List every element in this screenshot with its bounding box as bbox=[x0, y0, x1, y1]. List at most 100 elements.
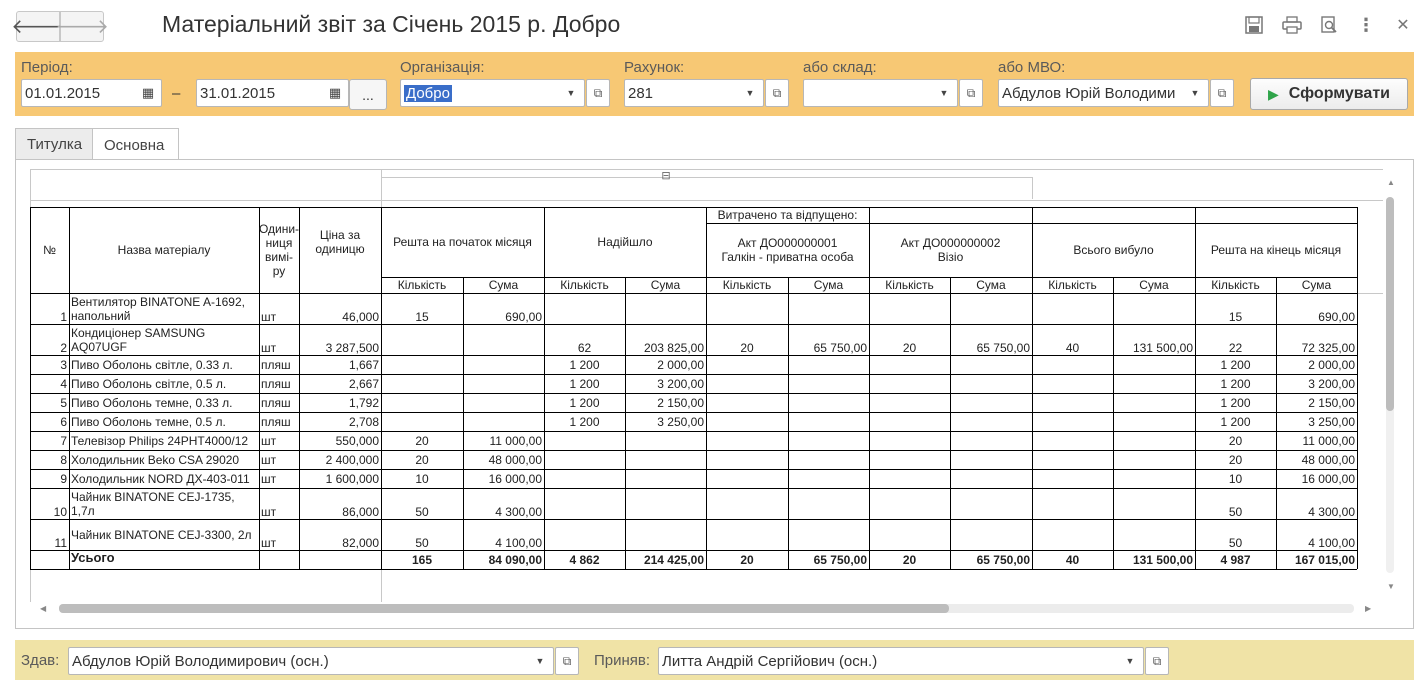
collapse-icon[interactable]: ⊟ bbox=[660, 170, 672, 182]
forward-button[interactable]: 🡒 bbox=[55, 11, 109, 42]
sum-cell bbox=[788, 450, 869, 469]
qty-cell: 20 bbox=[902, 341, 917, 355]
qty-cell bbox=[706, 412, 788, 431]
header-qty: Кількість bbox=[560, 278, 609, 292]
open-warehouse-button[interactable]: ⧉ bbox=[959, 79, 983, 107]
filter-panel: Період: 01.01.2015 ▦ – 31.01.2015 ▦ Орга… bbox=[15, 52, 1414, 116]
row-number: 2 bbox=[60, 341, 67, 355]
price: 550,000 bbox=[335, 433, 379, 448]
tab-titulka[interactable]: Титулка bbox=[15, 128, 93, 160]
price: 1,667 bbox=[348, 357, 379, 372]
chevron-down-icon[interactable]: ▼ bbox=[931, 80, 957, 106]
organization-field[interactable]: Добро ▼ bbox=[400, 79, 585, 107]
total-qty: 4 862 bbox=[569, 552, 600, 567]
qty-cell bbox=[381, 374, 463, 393]
sum-cell bbox=[1113, 450, 1195, 469]
sum-cell: 131 500,00 bbox=[1132, 341, 1193, 355]
row-number: 3 bbox=[60, 357, 67, 372]
chevron-down-icon[interactable]: ▼ bbox=[527, 648, 553, 674]
sum-cell bbox=[1113, 412, 1195, 431]
account-field[interactable]: 281 ▼ bbox=[624, 79, 764, 107]
received-by-field[interactable]: Литта Андрій Сергійович (осн.) ▼ bbox=[658, 647, 1144, 675]
close-icon[interactable]: ✕ bbox=[1392, 14, 1414, 36]
date-from-field[interactable]: 01.01.2015 ▦ bbox=[21, 79, 162, 107]
chevron-down-icon[interactable]: ▼ bbox=[1182, 80, 1208, 106]
period-label: Період: bbox=[21, 59, 73, 76]
qty-cell: 22 bbox=[1228, 341, 1243, 355]
qty-cell bbox=[1032, 431, 1113, 450]
material-name: Телевізор Philips 24PHT4000/12 bbox=[71, 433, 249, 448]
total-sum: 65 750,00 bbox=[813, 552, 867, 567]
header-received: Надійшло bbox=[597, 235, 653, 249]
total-qty: 20 bbox=[902, 552, 917, 567]
open-received-by-button[interactable]: ⧉ bbox=[1145, 647, 1169, 675]
open-gave-button[interactable]: ⧉ bbox=[555, 647, 579, 675]
qty-cell bbox=[1032, 412, 1113, 431]
gave-field[interactable]: Абдулов Юрій Володимирович (осн.) ▼ bbox=[68, 647, 554, 675]
qty-cell bbox=[1032, 374, 1113, 393]
qty-cell bbox=[381, 412, 463, 431]
header-qty: Кількість bbox=[722, 278, 772, 292]
date-to-value: 31.01.2015 bbox=[200, 84, 276, 102]
header-qty: Кількість bbox=[1211, 278, 1260, 292]
price: 2,708 bbox=[348, 414, 379, 429]
sum-cell bbox=[950, 393, 1032, 412]
open-link-icon: ⧉ bbox=[966, 85, 976, 100]
scroll-up-icon[interactable]: ▲ bbox=[1387, 178, 1395, 187]
total-qty: 165 bbox=[411, 552, 433, 567]
preview-icon[interactable] bbox=[1318, 14, 1340, 36]
date-to-field[interactable]: 31.01.2015 ▦ bbox=[196, 79, 349, 107]
row-number: 11 bbox=[54, 536, 67, 550]
vertical-scrollbar-thumb[interactable] bbox=[1386, 197, 1394, 411]
row-number: 1 bbox=[60, 310, 67, 324]
scroll-down-icon[interactable]: ▼ bbox=[1387, 582, 1395, 591]
sum-cell: 48 000,00 bbox=[1301, 452, 1355, 467]
sum-cell bbox=[1113, 519, 1195, 550]
qty-cell bbox=[706, 488, 788, 519]
price: 82,000 bbox=[342, 536, 379, 550]
sum-cell bbox=[950, 355, 1032, 374]
scroll-right-icon[interactable]: ▶ bbox=[1365, 604, 1371, 613]
period-select-button[interactable]: ... bbox=[349, 79, 387, 110]
save-icon[interactable] bbox=[1243, 14, 1265, 36]
open-organization-button[interactable]: ⧉ bbox=[586, 79, 610, 107]
play-icon: ▶ bbox=[1268, 85, 1279, 102]
chevron-down-icon[interactable]: ▼ bbox=[558, 80, 584, 106]
warehouse-field[interactable]: ▼ bbox=[803, 79, 958, 107]
open-mvo-button[interactable]: ⧉ bbox=[1210, 79, 1234, 107]
open-account-button[interactable]: ⧉ bbox=[765, 79, 789, 107]
date-from-value: 01.01.2015 bbox=[25, 84, 101, 102]
header-qty: Кількість bbox=[885, 278, 934, 292]
sum-cell bbox=[625, 519, 706, 550]
sum-cell bbox=[788, 431, 869, 450]
qty-cell bbox=[544, 431, 625, 450]
calendar-icon[interactable]: ▦ bbox=[322, 80, 348, 106]
qty-cell bbox=[706, 393, 788, 412]
chevron-down-icon[interactable]: ▼ bbox=[1117, 648, 1143, 674]
unit: шт bbox=[261, 341, 277, 355]
mvo-field[interactable]: Абдулов Юрій Володими ▼ bbox=[998, 79, 1209, 107]
header-qty: Кількість bbox=[1048, 278, 1097, 292]
print-icon[interactable] bbox=[1281, 14, 1303, 36]
window-title: Матеріальний звіт за Січень 2015 р. Добр… bbox=[162, 11, 621, 37]
qty-cell bbox=[706, 450, 788, 469]
calendar-icon[interactable]: ▦ bbox=[135, 80, 161, 106]
unit: пляш bbox=[261, 357, 291, 372]
scroll-left-icon[interactable]: ◀ bbox=[40, 604, 46, 613]
generate-button[interactable]: ▶ Сформувати bbox=[1250, 78, 1408, 110]
grid-line bbox=[1357, 293, 1358, 569]
horizontal-scrollbar-thumb[interactable] bbox=[59, 604, 949, 613]
qty-cell bbox=[869, 374, 950, 393]
material-name: Холодильник NORD ДХ-403-011 bbox=[71, 471, 250, 486]
chevron-down-icon[interactable]: ▼ bbox=[737, 80, 763, 106]
back-button[interactable]: 🡐 bbox=[11, 11, 65, 42]
qty-cell: 50 bbox=[1228, 536, 1243, 550]
qty-cell: 20 bbox=[415, 433, 429, 448]
total-label: Усього bbox=[71, 550, 115, 565]
gave-label: Здав: bbox=[21, 652, 60, 669]
unit: шт bbox=[261, 505, 277, 519]
sum-cell: 4 100,00 bbox=[495, 536, 542, 550]
more-icon[interactable]: ⋮ bbox=[1355, 14, 1377, 36]
tab-osnovna[interactable]: Основна bbox=[92, 128, 179, 161]
header-sum: Сума bbox=[1139, 278, 1169, 292]
